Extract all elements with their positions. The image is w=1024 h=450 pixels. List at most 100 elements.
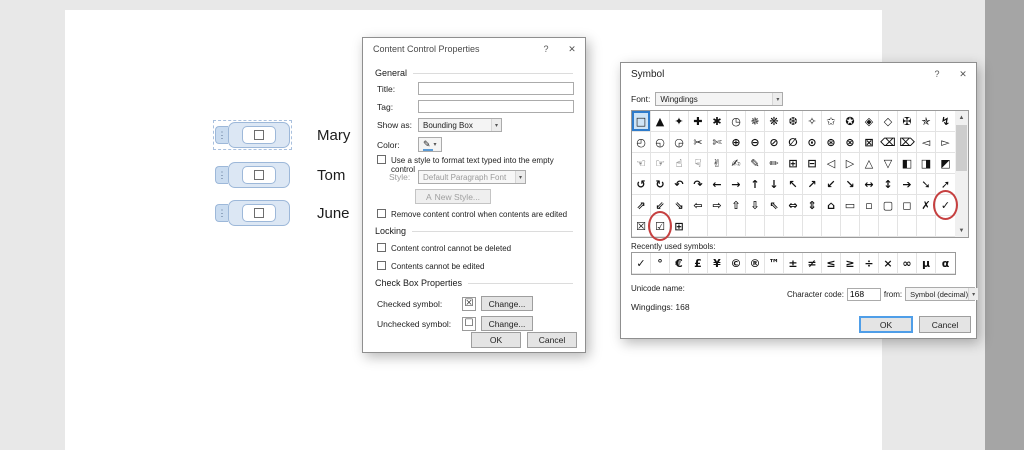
recent-symbol-cell[interactable]: µ bbox=[917, 253, 936, 274]
symbol-cell[interactable]: △ bbox=[860, 153, 879, 174]
dialog-titlebar[interactable]: Content Control Properties ? ✕ bbox=[363, 38, 585, 60]
symbol-cell[interactable]: ✍ bbox=[727, 153, 746, 174]
symbol-cell[interactable]: ☜ bbox=[632, 153, 651, 174]
recent-symbol-cell[interactable]: ≤ bbox=[822, 253, 841, 274]
recent-symbol-cell[interactable]: α bbox=[936, 253, 955, 274]
new-style-button[interactable]: A New Style... bbox=[415, 189, 491, 204]
symbol-cell[interactable]: ▢ bbox=[879, 195, 898, 216]
symbol-cell[interactable]: ⇘ bbox=[670, 195, 689, 216]
symbol-cell[interactable]: ⊞ bbox=[784, 153, 803, 174]
dialog-titlebar[interactable]: Symbol ? ✕ bbox=[621, 63, 976, 85]
symbol-cell[interactable]: ⇕ bbox=[803, 195, 822, 216]
symbol-cell[interactable]: ✩ bbox=[822, 111, 841, 132]
symbol-cell[interactable]: ▫ bbox=[860, 195, 879, 216]
symbol-cell[interactable]: ⊕ bbox=[727, 132, 746, 153]
symbol-cell[interactable] bbox=[917, 216, 936, 237]
symbol-cell[interactable]: ✗ bbox=[917, 195, 936, 216]
symbol-cell[interactable]: ✓ bbox=[933, 190, 958, 220]
symbol-cell[interactable]: ⇙ bbox=[651, 195, 670, 216]
symbol-cell[interactable]: ◨ bbox=[917, 153, 936, 174]
symbol-cell[interactable]: ← bbox=[708, 174, 727, 195]
cancel-button[interactable]: Cancel bbox=[919, 316, 971, 333]
recent-symbol-cell[interactable]: × bbox=[879, 253, 898, 274]
symbol-cell[interactable]: ▭ bbox=[841, 195, 860, 216]
symbol-cell[interactable]: ◇ bbox=[879, 111, 898, 132]
symbol-cell[interactable]: ⇨ bbox=[708, 195, 727, 216]
symbol-cell[interactable]: ⊞ bbox=[670, 216, 689, 237]
symbol-cell[interactable]: ✱ bbox=[708, 111, 727, 132]
recent-symbol-cell[interactable]: £ bbox=[689, 253, 708, 274]
symbol-cell[interactable] bbox=[765, 216, 784, 237]
symbol-cell[interactable]: ✏ bbox=[765, 153, 784, 174]
remove-control-checkbox[interactable]: Remove content control when contents are… bbox=[377, 209, 577, 219]
recent-symbol-cell[interactable]: © bbox=[727, 253, 746, 274]
symbol-cell[interactable]: ▷ bbox=[841, 153, 860, 174]
symbol-cell[interactable]: ❆ bbox=[784, 111, 803, 132]
symbol-cell[interactable]: ☞ bbox=[651, 153, 670, 174]
symbol-cell[interactable]: ↖ bbox=[784, 174, 803, 195]
symbol-cell[interactable] bbox=[708, 216, 727, 237]
title-input[interactable] bbox=[418, 82, 574, 95]
ok-button[interactable]: OK bbox=[471, 332, 521, 348]
symbol-cell[interactable]: ⇔ bbox=[784, 195, 803, 216]
recent-symbol-cell[interactable]: ∞ bbox=[898, 253, 917, 274]
symbol-cell[interactable]: → bbox=[727, 174, 746, 195]
from-dropdown[interactable]: Symbol (decimal) ▾ bbox=[905, 287, 979, 301]
symbol-cell[interactable]: ↙ bbox=[822, 174, 841, 195]
style-dropdown[interactable]: Default Paragraph Font ▾ bbox=[418, 170, 526, 184]
recent-symbol-cell[interactable]: ± bbox=[784, 253, 803, 274]
ok-button[interactable]: OK bbox=[859, 316, 913, 333]
symbol-cell[interactable]: ⊠ bbox=[860, 132, 879, 153]
close-icon[interactable]: ✕ bbox=[950, 63, 976, 85]
change-unchecked-button[interactable]: Change... bbox=[481, 316, 533, 331]
symbol-cell[interactable]: ↗ bbox=[803, 174, 822, 195]
character-code-input[interactable] bbox=[846, 287, 881, 301]
symbol-cell[interactable]: □ bbox=[632, 111, 651, 132]
change-checked-button[interactable]: Change... bbox=[481, 296, 533, 311]
cancel-button[interactable]: Cancel bbox=[527, 332, 577, 348]
symbol-cell[interactable]: ⇦ bbox=[689, 195, 708, 216]
symbol-cell[interactable]: ☒ bbox=[632, 216, 651, 237]
font-dropdown[interactable]: Wingdings ▾ bbox=[655, 92, 784, 106]
symbol-cell[interactable]: ▲ bbox=[651, 111, 670, 132]
symbol-cell[interactable]: ⇖ bbox=[765, 195, 784, 216]
scrollbar-thumb[interactable] bbox=[956, 125, 967, 171]
recent-symbol-cell[interactable]: ° bbox=[651, 253, 670, 274]
symbol-cell[interactable] bbox=[746, 216, 765, 237]
symbol-cell[interactable]: ⌂ bbox=[822, 195, 841, 216]
symbol-cell[interactable]: ✂ bbox=[689, 132, 708, 153]
symbol-cell[interactable]: ✪ bbox=[841, 111, 860, 132]
symbol-cell[interactable]: ↘ bbox=[841, 174, 860, 195]
symbol-cell[interactable]: ✧ bbox=[803, 111, 822, 132]
symbol-cell[interactable]: ↺ bbox=[632, 174, 651, 195]
symbol-cell[interactable]: ✎ bbox=[746, 153, 765, 174]
symbol-cell[interactable]: ◩ bbox=[936, 153, 955, 174]
symbol-cell[interactable]: ↓ bbox=[765, 174, 784, 195]
content-control-grip[interactable]: ⋮ bbox=[215, 126, 228, 144]
recent-symbol-cell[interactable]: ÷ bbox=[860, 253, 879, 274]
recent-symbol-cell[interactable]: ≠ bbox=[803, 253, 822, 274]
symbol-cell[interactable]: ⇧ bbox=[727, 195, 746, 216]
cannot-delete-checkbox[interactable]: Content control cannot be deleted bbox=[377, 243, 577, 253]
symbol-cell[interactable]: ◈ bbox=[860, 111, 879, 132]
scroll-up-icon[interactable]: ▲ bbox=[955, 111, 968, 124]
symbol-cell[interactable] bbox=[841, 216, 860, 237]
symbol-cell[interactable]: ✯ bbox=[917, 111, 936, 132]
close-icon[interactable]: ✕ bbox=[559, 38, 585, 60]
scroll-down-icon[interactable]: ▼ bbox=[955, 224, 968, 237]
symbol-cell[interactable]: ◁ bbox=[822, 153, 841, 174]
symbol-cell[interactable]: ✠ bbox=[898, 111, 917, 132]
symbol-cell[interactable]: ⊟ bbox=[803, 153, 822, 174]
symbol-cell[interactable]: ▽ bbox=[879, 153, 898, 174]
recent-symbol-cell[interactable]: ✓ bbox=[632, 253, 651, 274]
symbol-cell[interactable]: ⊙ bbox=[803, 132, 822, 153]
checkbox-content-control[interactable]: ⋮ bbox=[215, 200, 290, 226]
symbol-cell[interactable]: ⊗ bbox=[841, 132, 860, 153]
recent-symbol-cell[interactable]: ® bbox=[746, 253, 765, 274]
help-button[interactable]: ? bbox=[533, 38, 559, 60]
symbol-cell[interactable]: ↔ bbox=[860, 174, 879, 195]
recent-symbol-cell[interactable]: ≥ bbox=[841, 253, 860, 274]
symbol-cell[interactable] bbox=[936, 216, 955, 237]
symbol-cell[interactable] bbox=[822, 216, 841, 237]
symbol-cell[interactable]: ◶ bbox=[670, 132, 689, 153]
